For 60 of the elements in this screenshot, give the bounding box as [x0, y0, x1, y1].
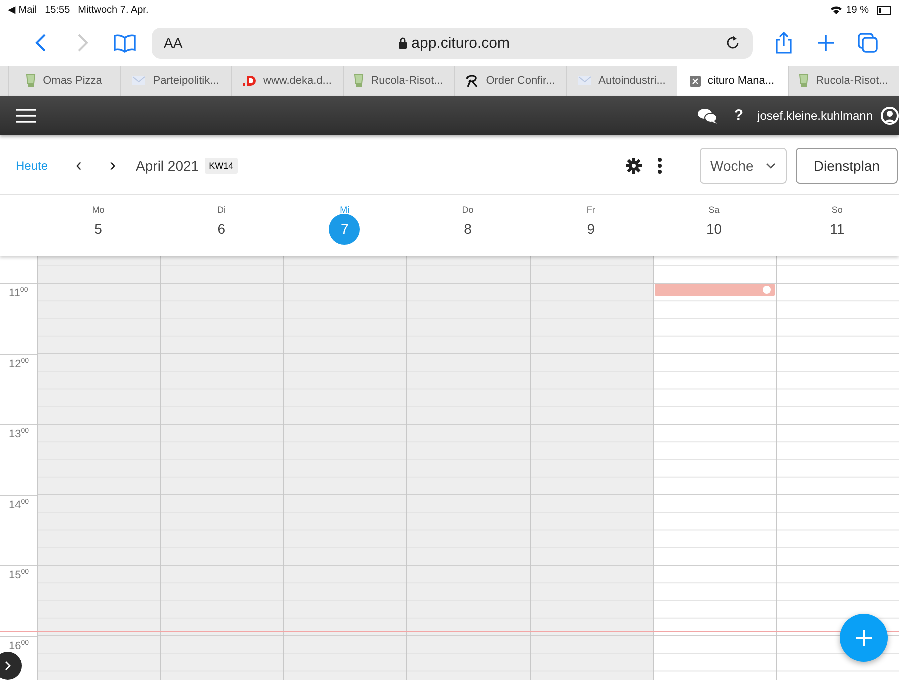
- browser-tab[interactable]: cituro Mana...: [677, 66, 788, 96]
- user-name[interactable]: josef.kleine.kuhlmann: [758, 108, 873, 122]
- chat-icon[interactable]: [698, 108, 718, 124]
- day-number[interactable]: 8: [452, 214, 484, 245]
- menu-icon[interactable]: [16, 108, 36, 122]
- week-number-badge: KW14: [205, 158, 238, 174]
- clock-time: 15:55: [45, 4, 70, 16]
- hour-label: 14$^{00}$: [9, 498, 30, 512]
- close-box-icon: [690, 76, 701, 86]
- tabs-icon[interactable]: [857, 32, 879, 54]
- chef-hat-icon: [354, 74, 364, 88]
- hour-label: 13$^{00}$: [9, 428, 30, 441]
- battery-icon: [877, 6, 891, 14]
- roster-button[interactable]: Dienstplan: [796, 148, 898, 184]
- weekday-label: Mi: [340, 205, 350, 215]
- share-icon[interactable]: [774, 31, 794, 55]
- weekday-label: Sa: [708, 205, 720, 215]
- day-number[interactable]: 6: [206, 214, 238, 245]
- month-title: April 2021: [136, 158, 200, 174]
- day-number[interactable]: 5: [83, 214, 114, 245]
- address-bar[interactable]: AA app.cituro.com: [152, 28, 753, 58]
- weekday-label: Mo: [92, 205, 105, 215]
- back-to-app-link[interactable]: ◀ Mail: [8, 4, 38, 16]
- chef-hat-icon: [799, 74, 810, 88]
- weekday-label: Do: [462, 205, 474, 215]
- settings-icon[interactable]: [626, 158, 642, 174]
- chef-hat-icon: [26, 74, 36, 88]
- more-icon[interactable]: [658, 158, 662, 174]
- wifi-icon: [830, 5, 844, 15]
- previous-week-button[interactable]: ‹: [62, 155, 96, 176]
- day-number[interactable]: 10: [698, 214, 730, 245]
- chevron-right-icon: [5, 661, 11, 671]
- back-icon[interactable]: [34, 33, 48, 53]
- status-date: Mittwoch 7. Apr.: [78, 4, 149, 16]
- weekday-label: So: [832, 205, 843, 215]
- view-dropdown[interactable]: Woche: [700, 148, 787, 184]
- hour-label: 15$^{00}$: [9, 569, 30, 582]
- day-number[interactable]: 9: [576, 214, 607, 245]
- script-r-icon: [465, 74, 480, 88]
- envelope-icon: [132, 76, 146, 86]
- lock-icon: [398, 37, 408, 49]
- hour-label: 16$^{00}$: [9, 640, 30, 652]
- next-week-button[interactable]: ›: [96, 155, 130, 176]
- hour-label: 12$^{00}$: [9, 358, 30, 370]
- weekday-label: Di: [217, 205, 226, 215]
- envelope-icon: [578, 76, 592, 86]
- day-number[interactable]: 11: [822, 214, 853, 245]
- battery-percent: 19 %: [846, 4, 869, 16]
- hour-label: 11$^{00}$: [9, 287, 28, 300]
- plus-icon: [855, 629, 873, 647]
- chevron-down-icon: [766, 162, 776, 168]
- reload-icon[interactable]: [725, 35, 741, 51]
- day-column[interactable]: [776, 256, 899, 680]
- user-icon[interactable]: [881, 106, 899, 124]
- info-icon: [762, 286, 771, 294]
- plus-icon[interactable]: [817, 34, 835, 52]
- weekday-label: Fr: [586, 205, 596, 215]
- book-icon[interactable]: [113, 33, 137, 53]
- help-button[interactable]: ?: [734, 107, 744, 124]
- expand-sidebar-button[interactable]: [0, 652, 22, 680]
